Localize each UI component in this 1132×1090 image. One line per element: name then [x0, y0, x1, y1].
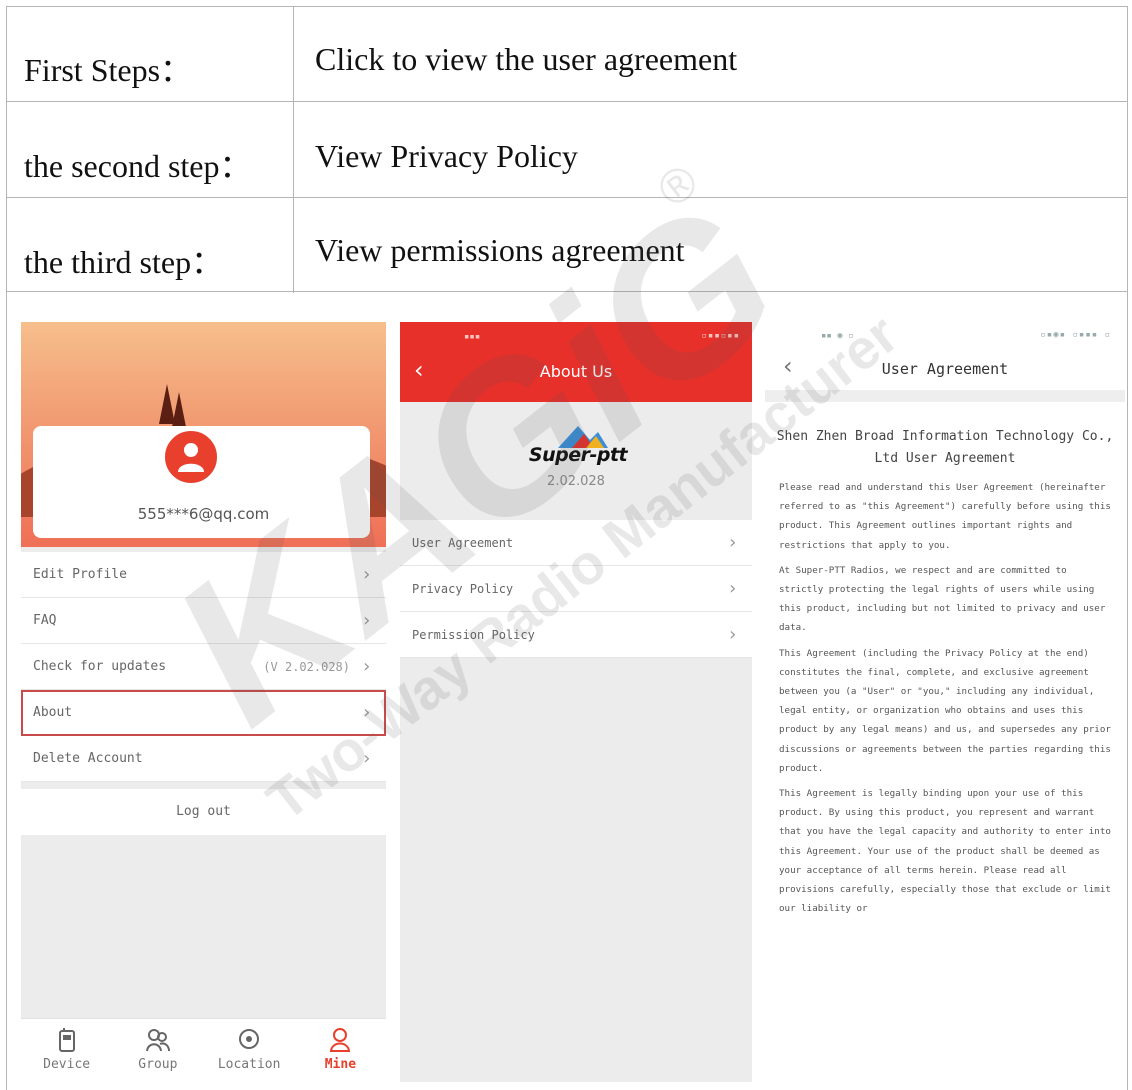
menu-item-delete-account[interactable]: Delete Account ›: [21, 736, 386, 782]
menu-item-privacy-policy[interactable]: Privacy Policy ›: [400, 566, 752, 612]
page-title: About Us: [539, 362, 613, 381]
agreement-heading: Shen Zhen Broad Information Technology C…: [776, 429, 1114, 466]
status-icons: ▫▪▪▫▪▪: [701, 331, 740, 341]
status-bar: ▪▪ ◉ ▫ ▫▪◉▪ ▫▪▪▪ ▫: [765, 322, 1125, 348]
step-row-1: First Steps： Click to view the user agre…: [7, 7, 1127, 101]
status-icons: ▫▪◉▪ ▫▪▪▪ ▫: [1040, 330, 1111, 340]
agreement-paragraph: This Agreement is legally binding upon y…: [779, 788, 1111, 915]
chevron-right-icon: ›: [727, 578, 738, 599]
step-label: the second step：: [24, 148, 252, 184]
step-label: the third step：: [24, 244, 224, 280]
menu-item-label: Delete Account: [33, 751, 143, 766]
agreement-screen: ▪▪ ◉ ▫ ▫▪◉▪ ▫▪▪▪ ▫ ‹ User Agreement Shen…: [765, 322, 1125, 1082]
mine-screen: 555***6@qq.com Edit Profile › FAQ › Chec…: [21, 322, 386, 1082]
step-value: Click to view the user agreement: [315, 41, 738, 77]
menu-item-label: User Agreement: [412, 536, 514, 550]
bottom-tab-bar: Device Group Location Mine: [21, 1018, 386, 1082]
menu-item-check-updates[interactable]: Check for updates (V 2.02.028) ›: [21, 644, 386, 690]
status-time: ▪▪ ◉ ▫: [821, 331, 854, 341]
about-screen: ▪▪▪ ▫▪▪▫▪▪ ‹ About Us Super-ptt 2.02.028…: [400, 322, 752, 1082]
tab-group[interactable]: Group: [112, 1019, 203, 1082]
tab-location[interactable]: Location: [204, 1019, 295, 1082]
about-header: ▪▪▪ ▫▪▪▫▪▪ ‹ About Us: [400, 322, 752, 402]
chevron-right-icon: ›: [361, 564, 372, 585]
tab-mine[interactable]: Mine: [295, 1019, 386, 1082]
tab-label: Group: [138, 1057, 178, 1072]
agreement-paragraph: Please read and understand this User Agr…: [779, 482, 1111, 551]
person-icon: [295, 1027, 386, 1057]
menu-item-label: Edit Profile: [33, 567, 127, 582]
menu-item-label: FAQ: [33, 613, 57, 628]
tab-label: Location: [217, 1057, 281, 1072]
step-label: First Steps：: [24, 52, 193, 88]
chevron-right-icon: ›: [361, 748, 372, 769]
about-menu: User Agreement › Privacy Policy › Permis…: [400, 520, 752, 658]
step-row-2: the second step： View Privacy Policy: [7, 101, 1127, 197]
menu-item-label: About: [33, 705, 73, 720]
logo-text: Super-ptt: [528, 444, 628, 466]
steps-table: First Steps： Click to view the user agre…: [6, 6, 1128, 293]
chevron-right-icon: ›: [361, 702, 372, 723]
app-version: 2.02.028: [547, 474, 605, 489]
step-row-3: the third step： View permissions agreeme…: [7, 197, 1127, 293]
logout-button[interactable]: Log out: [21, 789, 386, 835]
step-value: View permissions agreement: [315, 232, 685, 268]
chevron-right-icon: ›: [361, 610, 372, 631]
menu-item-edit-profile[interactable]: Edit Profile ›: [21, 552, 386, 598]
menu-item-about[interactable]: About ›: [21, 690, 386, 736]
version-label: (V 2.02.028): [263, 660, 350, 674]
menu-item-label: Privacy Policy: [412, 582, 514, 596]
header-divider: [765, 390, 1125, 402]
device-icon: [21, 1027, 112, 1057]
avatar[interactable]: [163, 429, 219, 485]
tab-label: Mine: [324, 1057, 357, 1072]
agreement-paragraph: At Super-PTT Radios, we respect and are …: [779, 564, 1106, 634]
menu-item-user-agreement[interactable]: User Agreement ›: [400, 520, 752, 566]
page-title: User Agreement: [881, 360, 1009, 378]
account-email: 555***6@qq.com: [137, 505, 270, 523]
agreement-body[interactable]: Please read and understand this User Agr…: [779, 478, 1115, 924]
tab-label: Device: [43, 1057, 91, 1072]
group-icon: [112, 1027, 203, 1057]
user-icon: [178, 443, 204, 472]
chevron-right-icon: ›: [727, 624, 738, 645]
mine-menu: Edit Profile › FAQ › Check for updates (…: [21, 552, 386, 782]
app-logo: Super-ptt: [528, 422, 628, 472]
menu-item-permission-policy[interactable]: Permission Policy ›: [400, 612, 752, 658]
step-value: View Privacy Policy: [315, 138, 578, 174]
tab-device[interactable]: Device: [21, 1019, 112, 1082]
menu-item-label: Check for updates: [33, 659, 167, 674]
chevron-right-icon: ›: [361, 656, 372, 677]
menu-item-label: Permission Policy: [412, 628, 535, 642]
location-icon: [204, 1027, 295, 1057]
chevron-right-icon: ›: [727, 532, 738, 553]
status-time: ▪▪▪: [464, 332, 481, 342]
status-bar: ▪▪▪ ▫▪▪▫▪▪: [400, 322, 752, 352]
menu-item-faq[interactable]: FAQ ›: [21, 598, 386, 644]
agreement-paragraph: This Agreement (including the Privacy Po…: [779, 647, 1111, 774]
